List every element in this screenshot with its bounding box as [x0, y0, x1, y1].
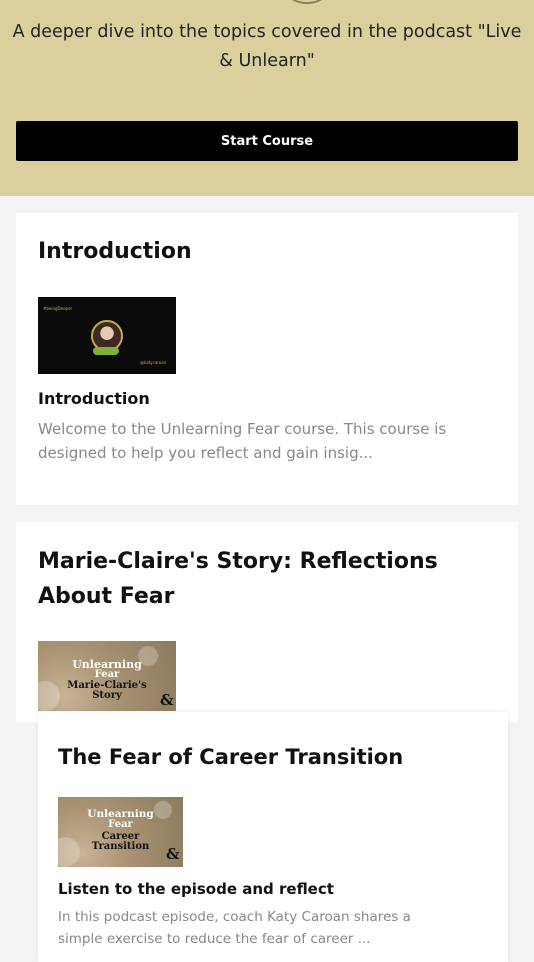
thumbnail-handle: @katycaroan [140, 360, 167, 365]
thumbnail-subtitle-line: Career [101, 830, 140, 842]
podcast-logo-icon: & [166, 845, 180, 863]
course-hero: A deeper dive into the topics covered in… [0, 0, 534, 196]
lesson-thumbnail[interactable]: Unlearning Fear Marie-Clarie's Story & [38, 641, 176, 711]
start-course-button[interactable]: Start Course [16, 121, 518, 161]
lesson-description: Welcome to the Unlearning Fear course. T… [38, 420, 447, 462]
lesson-title[interactable]: Introduction [38, 388, 150, 410]
lesson-description: In this podcast episode, coach Katy Caro… [58, 909, 411, 947]
thumbnail-title-line: Fear [94, 669, 120, 680]
section-title: The Fear of Career Transition [58, 745, 404, 769]
thumbnail-tag: #beingDeeper [43, 306, 73, 311]
section-title: Marie-Claire's Story: Reflections About … [38, 549, 438, 609]
thumbnail-scarf [93, 347, 119, 355]
course-description: A deeper dive into the topics covered in… [12, 22, 522, 71]
lesson-title[interactable]: Listen to the episode and reflect [58, 878, 334, 900]
section-card-career-transition: The Fear of Career Transition Unlearning… [38, 712, 508, 962]
thumbnail-title-line: Fear [108, 818, 133, 830]
section-card-marie-claire: Marie-Claire's Story: Reflections About … [16, 522, 518, 722]
section-card-introduction: Introduction #beingDeeper @katycaroan In… [16, 213, 518, 505]
section-title: Introduction [38, 239, 192, 264]
lesson-thumbnail[interactable]: #beingDeeper @katycaroan [38, 297, 176, 374]
podcast-logo-icon: & [160, 691, 174, 709]
course-avatar [277, 0, 337, 4]
lesson-thumbnail[interactable]: Unlearning Fear Career Transition & [58, 797, 183, 867]
